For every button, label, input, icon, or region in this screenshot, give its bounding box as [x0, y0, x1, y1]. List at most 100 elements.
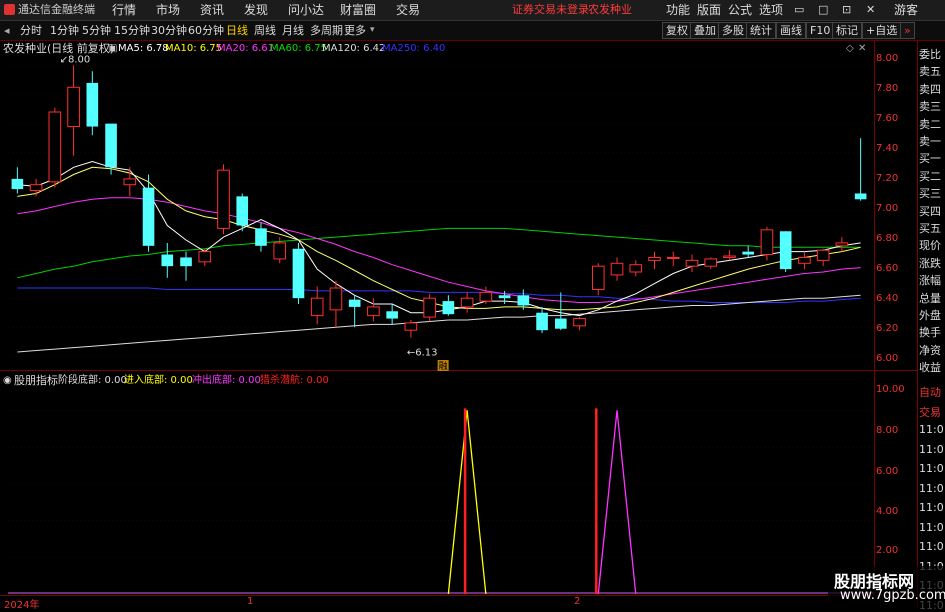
- candle-body: [685, 259, 699, 267]
- candle-body: [573, 318, 586, 327]
- candle-body: [386, 311, 398, 319]
- high-price-marker: ↙8.00: [60, 54, 91, 65]
- candle-body: [442, 301, 455, 315]
- side-label: 卖四: [919, 82, 941, 96]
- y-tick-label: 6.40: [876, 293, 899, 304]
- candle-body: [48, 111, 62, 183]
- y-tick-label: 6.80: [876, 233, 899, 244]
- signal-spike: [447, 410, 487, 595]
- candle-body: [666, 256, 680, 259]
- side-label: 卖一: [919, 135, 941, 148]
- x-label-month-1: 1: [247, 596, 254, 607]
- candle-body: [11, 178, 24, 190]
- candle-body: [798, 256, 811, 264]
- margin-badge-label: 融: [439, 361, 448, 372]
- side-label: 委比: [919, 48, 941, 61]
- signal-spike: [597, 410, 637, 595]
- ma-line-ma120: [17, 294, 861, 353]
- side-time-label: 11:0: [919, 423, 944, 436]
- candle-body: [816, 249, 830, 261]
- side-label: 买二: [919, 169, 941, 183]
- watermark: 股朋指标网 www.7gpzb.com: [828, 566, 945, 609]
- ind-y-tick-label: 8.00: [876, 425, 899, 436]
- candle-body: [610, 262, 624, 276]
- side-time-label: 交易: [919, 405, 941, 419]
- candle-body: [86, 82, 99, 127]
- price-axis: 8.00 7.80 7.60 7.40 7.20 7.00 6.80 6.60 …: [876, 0, 918, 609]
- side-time-label: 11:0: [919, 501, 944, 514]
- side-label: 现价: [919, 239, 941, 253]
- candle-body: [105, 123, 117, 168]
- candle-body: [629, 264, 643, 273]
- candle-body: [648, 256, 661, 261]
- side-label: 买三: [919, 187, 941, 201]
- side-label: 换手: [919, 326, 941, 340]
- quote-side-panel[interactable]: 委比 卖五 卖四 卖三 卖二 卖一 买一 买二 买三 买四 买五 现价 涨跌 涨幅 总量 外盘 换手 净资 收益 自动…: [917, 40, 945, 612]
- candle-body: [123, 178, 137, 186]
- side-label: 总量: [919, 291, 941, 305]
- candle-body: [591, 265, 605, 290]
- y-tick-label: 6.20: [876, 323, 899, 334]
- y-tick-label: 6.60: [876, 263, 899, 274]
- candle-body: [255, 228, 267, 246]
- candle-body: [423, 297, 436, 318]
- side-time-label: 11:0: [919, 540, 944, 553]
- kline-chart[interactable]: ↙8.00 ←6.13融: [0, 0, 945, 609]
- side-label: 卖五: [919, 65, 941, 79]
- candle-body: [329, 287, 343, 311]
- low-price-marker: ←6.13: [407, 347, 438, 358]
- side-time-label: 11:0: [919, 520, 944, 534]
- side-time-label: 11:0: [919, 481, 944, 495]
- side-time-label: 自动: [919, 386, 941, 399]
- candle-body: [498, 295, 511, 299]
- candle-body: [723, 255, 736, 258]
- candle-body: [348, 299, 361, 307]
- ind-y-tick-label: 4.00: [876, 506, 899, 517]
- x-label-month-2: 2: [574, 596, 581, 607]
- side-label: 收益: [919, 361, 941, 375]
- side-label: 买一: [919, 152, 941, 166]
- candle-body: [29, 184, 43, 192]
- candle-body: [479, 291, 493, 302]
- side-label: 涨幅: [919, 274, 941, 288]
- y-tick-label: 7.80: [876, 83, 899, 94]
- candle-body: [292, 248, 305, 299]
- side-label: 卖二: [919, 117, 941, 131]
- side-label: 净资: [919, 343, 941, 357]
- candle-body: [536, 312, 548, 331]
- candle-body: [460, 297, 474, 308]
- candle-body: [217, 169, 230, 229]
- candle-body: [236, 196, 249, 226]
- y-tick-label: 7.20: [876, 173, 899, 184]
- side-label: 涨跌: [919, 256, 941, 270]
- y-tick-label: 6.00: [876, 353, 899, 364]
- side-label: 外盘: [919, 309, 941, 322]
- side-time-label: 11:0: [919, 462, 944, 475]
- candle-body: [742, 251, 755, 255]
- candle-body: [198, 251, 212, 263]
- candle-body: [161, 254, 174, 267]
- y-tick-label: 7.40: [876, 143, 899, 154]
- ind-y-tick-label: 6.00: [876, 466, 899, 477]
- candle-body: [367, 306, 380, 317]
- candle-body: [554, 318, 567, 329]
- candle-body: [404, 322, 418, 331]
- side-label: 买五: [919, 222, 941, 235]
- candle-body: [760, 229, 774, 256]
- ma-line-ma250: [17, 287, 861, 303]
- candle-body: [67, 86, 80, 128]
- candle-body: [854, 193, 867, 200]
- side-label: 卖三: [919, 100, 941, 114]
- candle-body: [704, 258, 718, 267]
- candle-body: [310, 297, 324, 317]
- candle-body: [180, 257, 192, 267]
- candle-body: [779, 231, 792, 270]
- y-tick-label: 8.00: [876, 53, 899, 64]
- side-time-label: 11:0: [919, 442, 944, 456]
- y-tick-label: 7.60: [876, 113, 899, 124]
- y-tick-label: 7.00: [876, 203, 899, 214]
- candle-body: [517, 295, 530, 306]
- ind-y-tick-label: 10.00: [876, 384, 905, 395]
- watermark-url: www.7gpzb.com: [840, 588, 945, 603]
- candle-body: [835, 242, 849, 247]
